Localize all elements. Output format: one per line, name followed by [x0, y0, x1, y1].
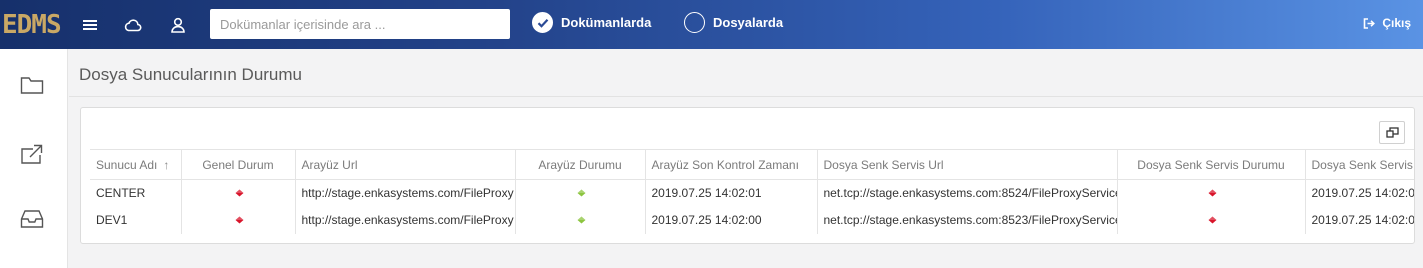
- column-chooser-icon: [1385, 127, 1399, 138]
- sync-check-time-cell: 2019.07.25 14:02:01: [1304, 179, 1414, 207]
- status-red-icon: [235, 213, 243, 224]
- sidebar: [0, 49, 68, 268]
- logout-button[interactable]: Çıkış: [1363, 16, 1411, 30]
- table-header-row: Sunucu Adı ↑ Genel Durum Arayüz Url Arayü…: [90, 149, 1414, 180]
- search-input[interactable]: [210, 9, 510, 39]
- ui-url-cell: http://stage.enkasystems.com/FileProxy: [294, 206, 515, 234]
- table-row[interactable]: DEV1 http://stage.enkasystems.com/FilePr…: [90, 206, 1414, 234]
- column-header-ui-check-time[interactable]: Arayüz Son Kontrol Zamanı: [644, 149, 817, 180]
- status-red-icon: [235, 186, 243, 197]
- scope-radio-files[interactable]: Dosyalarda: [684, 12, 783, 33]
- column-header-server-name[interactable]: Sunucu Adı ↑: [90, 149, 181, 180]
- sync-status-cell: [1116, 179, 1305, 207]
- radio-empty-icon: [684, 12, 705, 33]
- column-header-general-status[interactable]: Genel Durum: [180, 149, 295, 180]
- ui-url-cell: http://stage.enkasystems.com/FileProxy: [294, 179, 515, 207]
- folder-icon: [20, 77, 44, 94]
- ui-status-cell: [514, 206, 645, 234]
- logout-label: Çıkış: [1382, 16, 1411, 30]
- share-icon: [21, 144, 43, 164]
- sync-url-cell: net.tcp://stage.enkasystems.com:8524/Fil…: [816, 179, 1117, 207]
- column-header-sync-url[interactable]: Dosya Senk Servis Url: [816, 149, 1117, 180]
- column-header-sync-check-time[interactable]: Dosya Senk Servis Son Kontrol Zamanı: [1304, 149, 1414, 180]
- sort-ascending-icon: ↑: [163, 157, 170, 172]
- ui-check-time-cell: 2019.07.25 14:02:01: [644, 179, 817, 207]
- sidebar-item-shared[interactable]: [18, 140, 46, 168]
- server-status-panel: Sunucu Adı ↑ Genel Durum Arayüz Url Arayü…: [80, 107, 1415, 244]
- ui-status-cell: [514, 179, 645, 207]
- inbox-icon: [20, 210, 44, 228]
- column-chooser-button[interactable]: [1379, 121, 1405, 144]
- status-red-icon: [1208, 186, 1216, 197]
- scope-radio-documents[interactable]: Dokümanlarda: [532, 12, 651, 33]
- page-title: Dosya Sunucularının Durumu: [79, 65, 303, 84]
- general-status-cell: [180, 179, 295, 207]
- table-row[interactable]: CENTER http://stage.enkasystems.com/File…: [90, 179, 1414, 207]
- server-name-cell: CENTER: [96, 186, 146, 201]
- sync-check-time-cell: 2019.07.25 14:02:00: [1304, 206, 1414, 234]
- status-red-icon: [1208, 213, 1216, 224]
- checkmark-icon: [532, 12, 553, 33]
- server-status-table: Sunucu Adı ↑ Genel Durum Arayüz Url Arayü…: [90, 149, 1414, 234]
- sidebar-item-folders[interactable]: [18, 71, 46, 99]
- scope-label-documents: Dokümanlarda: [561, 15, 652, 30]
- column-header-ui-url[interactable]: Arayüz Url: [294, 149, 515, 180]
- status-green-icon: [577, 213, 585, 224]
- server-name-cell: DEV1: [96, 213, 128, 227]
- divider: [69, 96, 1423, 97]
- logout-icon: [1364, 17, 1376, 29]
- menu-icon[interactable]: [79, 14, 101, 36]
- scope-label-files: Dosyalarda: [713, 15, 784, 30]
- column-header-sync-status[interactable]: Dosya Senk Servis Durumu: [1116, 149, 1305, 180]
- user-icon[interactable]: [167, 14, 189, 36]
- status-green-icon: [577, 186, 585, 197]
- cloud-icon[interactable]: [122, 14, 144, 36]
- sidebar-item-inbox[interactable]: [18, 205, 46, 233]
- top-bar: EDMS Dokümanlarda Dosyalarda Çıkış: [0, 0, 1423, 49]
- general-status-cell: [180, 206, 295, 234]
- ui-check-time-cell: 2019.07.25 14:02:00: [644, 206, 817, 234]
- sync-url-cell: net.tcp://stage.enkasystems.com:8523/Fil…: [816, 206, 1117, 234]
- column-header-ui-status[interactable]: Arayüz Durumu: [514, 149, 645, 180]
- logo[interactable]: EDMS: [2, 10, 62, 40]
- sync-status-cell: [1116, 206, 1305, 234]
